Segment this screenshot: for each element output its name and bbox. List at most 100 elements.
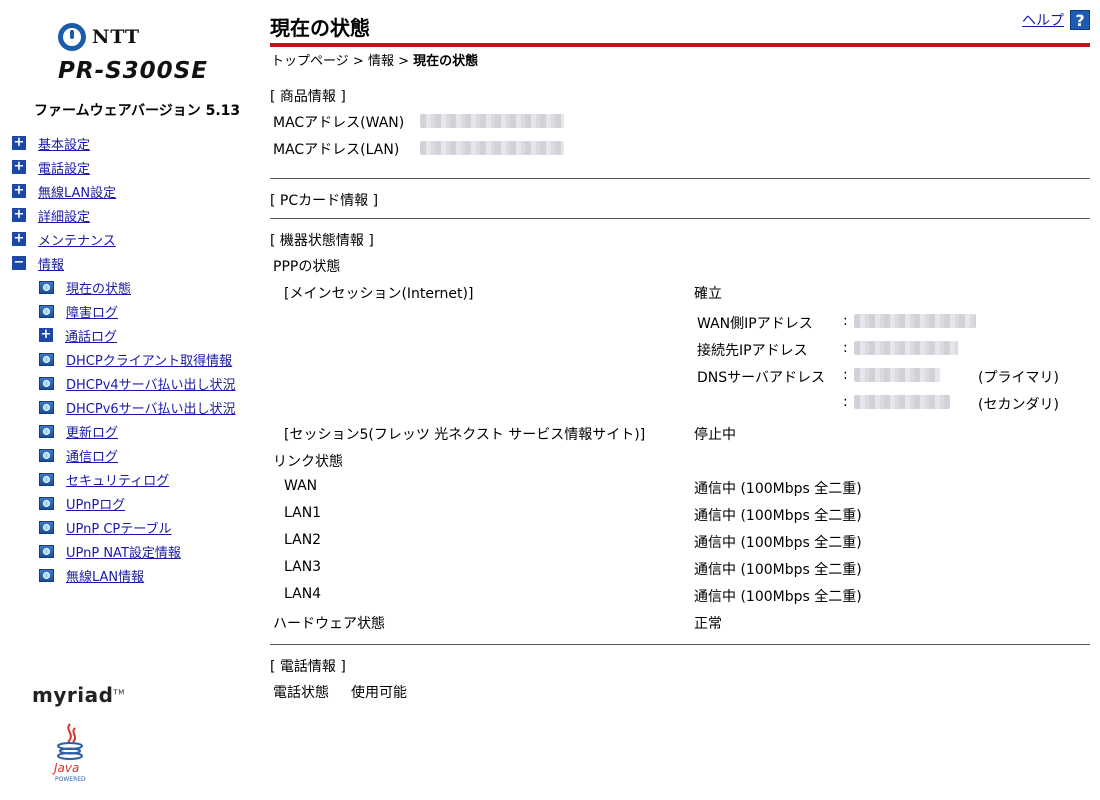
breadcrumb-top: トップページ — [271, 54, 349, 69]
sidebar-subitem-label[interactable]: UPnP NAT設定情報 — [66, 542, 181, 561]
sidebar-subitem-upnp-cp-table[interactable]: UPnP CPテーブル — [39, 518, 171, 537]
plus-icon[interactable]: + — [12, 232, 26, 246]
firmware-version: ファームウェアバージョン 5.13 — [34, 103, 241, 119]
sidebar-subitem-label[interactable]: DHCPクライアント取得情報 — [66, 350, 232, 369]
sidebar-subitem-label[interactable]: DHCPv4サーバ払い出し状況 — [66, 374, 236, 393]
sidebar-subitem-call-log[interactable]: + 通話ログ — [39, 326, 117, 345]
sidebar-item-label[interactable]: メンテナンス — [38, 230, 116, 249]
sidebar-subitem-dhcpv6-server[interactable]: DHCPv6サーバ払い出し状況 — [39, 398, 236, 417]
link-status-lan1: 通信中 (100Mbps 全二重) — [694, 508, 862, 524]
sidebar-item-advanced-settings[interactable]: + 詳細設定 — [12, 206, 90, 225]
sidebar-subitem-current-status[interactable]: 現在の状態 — [39, 278, 131, 297]
breadcrumb-separator: > — [398, 54, 409, 69]
hardware-status-label: ハードウェア状態 — [273, 616, 385, 632]
sidebar-item-label[interactable]: 基本設定 — [38, 134, 90, 153]
phone-status-label: 電話状態 — [273, 685, 329, 701]
sidebar-subitem-label[interactable]: 無線LAN情報 — [66, 566, 144, 585]
page-icon — [39, 304, 54, 318]
plus-icon[interactable]: + — [12, 136, 26, 150]
ntt-logo-icon — [58, 23, 86, 51]
link-status-lan2: 通信中 (100Mbps 全二重) — [694, 535, 862, 551]
sidebar-subitem-label[interactable]: UPnPログ — [66, 494, 125, 513]
sidebar-subitem-label[interactable]: 通信ログ — [66, 446, 118, 465]
sidebar-subitem-label[interactable]: DHCPv6サーバ払い出し状況 — [66, 398, 236, 417]
sidebar-subitem-label[interactable]: 通話ログ — [65, 326, 117, 345]
mac-wan-label: MACアドレス(WAN) — [273, 115, 405, 131]
java-powered-logo: Java POWERED — [52, 723, 86, 783]
section-divider — [270, 178, 1090, 179]
sidebar-item-label[interactable]: 情報 — [38, 254, 64, 273]
page-icon — [39, 352, 54, 366]
dns-primary-value-redacted — [854, 368, 940, 382]
peer-ip-value-redacted — [854, 341, 958, 355]
dns-secondary-value-redacted — [854, 395, 950, 409]
wan-ip-colon: : — [843, 313, 848, 329]
peer-ip-colon: : — [843, 340, 848, 356]
page-icon — [39, 520, 54, 534]
main-session-label: [メインセッション(Internet)] — [284, 286, 474, 302]
model-name: PR-S300SE — [58, 58, 208, 84]
product-info-heading: [ 商品情報 ] — [270, 89, 346, 105]
sidebar-subitem-label[interactable]: 現在の状態 — [66, 278, 131, 297]
link-status-lan4: 通信中 (100Mbps 全二重) — [694, 589, 862, 605]
link-status-label: リンク状態 — [273, 454, 343, 470]
breadcrumb-current: 現在の状態 — [413, 54, 479, 69]
sidebar-item-label[interactable]: 詳細設定 — [38, 206, 90, 225]
sidebar-item-maintenance[interactable]: + メンテナンス — [12, 230, 116, 249]
myriad-trademark: TM — [113, 688, 125, 697]
plus-icon[interactable]: + — [12, 184, 26, 198]
sidebar: NTT PR-S300SE ファームウェアバージョン 5.13 + 基本設定 +… — [0, 0, 255, 800]
dns-primary-tag: (プライマリ) — [978, 370, 1059, 386]
plus-icon[interactable]: + — [12, 208, 26, 222]
sidebar-item-label[interactable]: 無線LAN設定 — [38, 182, 116, 201]
sidebar-item-info[interactable]: − 情報 — [12, 254, 64, 273]
sidebar-subitem-comm-log[interactable]: 通信ログ — [39, 446, 118, 465]
sidebar-subitem-dhcpv4-server[interactable]: DHCPv4サーバ払い出し状況 — [39, 374, 236, 393]
dns-primary-colon: : — [843, 367, 848, 383]
page-icon — [39, 544, 54, 558]
sidebar-subitem-wireless-info[interactable]: 無線LAN情報 — [39, 566, 144, 585]
link-name-lan2: LAN2 — [284, 532, 322, 548]
phone-info-heading: [ 電話情報 ] — [270, 659, 346, 675]
link-status-wan: 通信中 (100Mbps 全二重) — [694, 481, 862, 497]
wan-ip-label: WAN側IPアドレス — [697, 316, 813, 332]
help-icon[interactable]: ? — [1070, 10, 1090, 30]
sidebar-item-phone-settings[interactable]: + 電話設定 — [12, 158, 90, 177]
link-name-lan3: LAN3 — [284, 559, 322, 575]
plus-icon[interactable]: + — [39, 328, 53, 342]
link-name-lan1: LAN1 — [284, 505, 322, 521]
peer-ip-label: 接続先IPアドレス — [697, 343, 808, 359]
page-icon — [39, 448, 54, 462]
breadcrumb-info: 情報 — [367, 54, 394, 69]
sidebar-subitem-label[interactable]: 更新ログ — [66, 422, 118, 441]
main-content: 現在の状態 ヘルプ ? トップページ > 情報 > 現在の状態 [ 商品情報 ]… — [270, 0, 1090, 800]
plus-icon[interactable]: + — [12, 160, 26, 174]
pccard-info-heading: [ PCカード情報 ] — [270, 193, 379, 209]
mac-wan-value-redacted — [420, 114, 564, 128]
sidebar-subitem-security-log[interactable]: セキュリティログ — [39, 470, 169, 489]
page-icon — [39, 568, 54, 582]
sidebar-item-basic-settings[interactable]: + 基本設定 — [12, 134, 90, 153]
sidebar-item-wireless-settings[interactable]: + 無線LAN設定 — [12, 182, 116, 201]
myriad-logo-text: myriad — [32, 683, 114, 707]
section-divider — [270, 644, 1090, 645]
sidebar-subitem-update-log[interactable]: 更新ログ — [39, 422, 118, 441]
sidebar-subitem-dhcp-client[interactable]: DHCPクライアント取得情報 — [39, 350, 232, 369]
sidebar-subitem-label[interactable]: セキュリティログ — [66, 470, 169, 489]
wan-ip-value-redacted — [854, 314, 976, 328]
mac-lan-label: MACアドレス(LAN) — [273, 142, 400, 158]
sidebar-subitem-label[interactable]: 障害ログ — [66, 302, 118, 321]
help-link-group[interactable]: ヘルプ ? — [1022, 10, 1090, 30]
title-divider — [270, 43, 1090, 47]
sidebar-subitem-label[interactable]: UPnP CPテーブル — [66, 518, 171, 537]
mac-lan-value-redacted — [420, 141, 564, 155]
page-icon — [39, 496, 54, 510]
minus-icon[interactable]: − — [12, 256, 26, 270]
sidebar-subitem-upnp-nat[interactable]: UPnP NAT設定情報 — [39, 542, 181, 561]
sidebar-subitem-upnp-log[interactable]: UPnPログ — [39, 494, 125, 513]
ntt-logo: NTT — [58, 22, 140, 52]
page-icon — [39, 376, 54, 390]
sidebar-item-label[interactable]: 電話設定 — [38, 158, 90, 177]
help-link[interactable]: ヘルプ — [1022, 10, 1064, 30]
sidebar-subitem-fault-log[interactable]: 障害ログ — [39, 302, 118, 321]
